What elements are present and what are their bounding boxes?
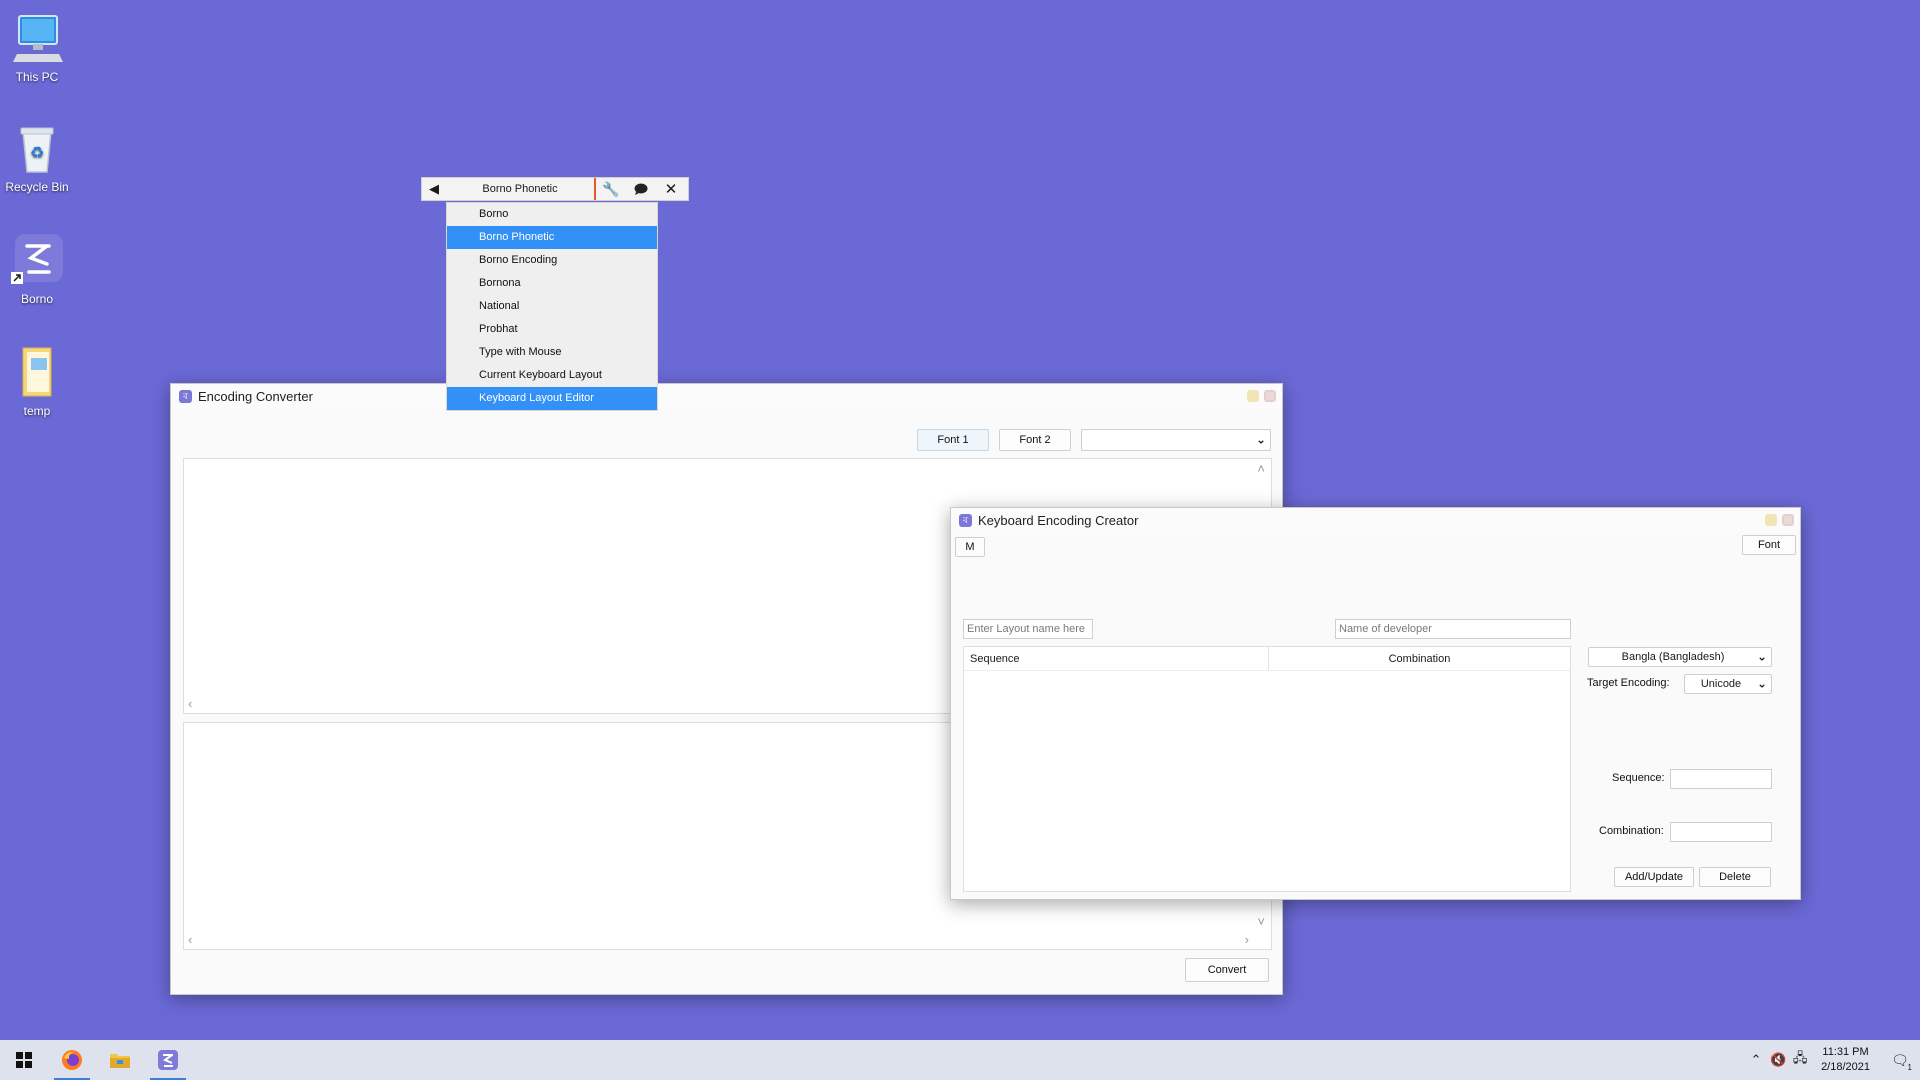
scroll-right-icon[interactable]: › (1245, 932, 1249, 947)
borno-app-icon: ব (959, 513, 972, 527)
add-update-button[interactable]: Add/Update (1614, 867, 1694, 887)
speech-bubble-icon (634, 183, 648, 195)
taskbar-borno[interactable] (144, 1040, 192, 1080)
window-title: Keyboard Encoding Creator (978, 512, 1139, 528)
desktop-icon-borno[interactable]: Borno (4, 232, 70, 306)
taskbar-firefox[interactable] (48, 1040, 96, 1080)
keyboard-creator-titlebar[interactable]: ব Keyboard Encoding Creator (951, 508, 1800, 532)
desktop-icon-recycle-bin[interactable]: ♻ Recycle Bin (4, 120, 70, 194)
chevron-up-icon[interactable]: ⌃ (1745, 1052, 1767, 1068)
chevron-down-icon: ⌄ (1756, 676, 1767, 691)
scroll-left-icon[interactable]: ‹ (188, 932, 192, 947)
desktop-icon-temp[interactable]: temp (4, 344, 70, 418)
table-header-sequence[interactable]: Sequence (964, 647, 1269, 670)
menu-item-borno-encoding[interactable]: Borno Encoding (447, 249, 657, 272)
borno-toolbar: ◀ Borno Phonetic 🔧 ✕ (421, 177, 689, 201)
firefox-icon (62, 1050, 82, 1070)
close-button[interactable] (1264, 390, 1276, 402)
taskbar: ⌃ 🔇 🖧 11:31 PM 2/18/2021 🗨 1 (0, 1040, 1920, 1080)
layout-name-input[interactable]: Enter Layout name here (963, 619, 1093, 639)
keyboard-encoding-creator-window: ব Keyboard Encoding Creator M Font Enter… (950, 507, 1801, 900)
sequence-table[interactable]: Sequence Combination (963, 646, 1571, 892)
desktop-icon-label: This PC (15, 70, 59, 84)
encoding-select[interactable]: ⌄ (1081, 429, 1271, 451)
svg-text:♻: ♻ (30, 143, 44, 162)
target-encoding-value: Unicode (1700, 678, 1742, 690)
layout-selector[interactable]: Borno Phonetic (446, 178, 596, 200)
system-tray: ⌃ 🔇 🖧 11:31 PM 2/18/2021 🗨 1 (1745, 1040, 1920, 1080)
close-button[interactable] (1782, 514, 1794, 526)
desktop-icon-label: temp (23, 404, 51, 418)
folder-icon (110, 1054, 130, 1068)
menu-item-type-with-mouse[interactable]: Type with Mouse (447, 341, 657, 364)
scroll-up-icon[interactable]: ˄ (1257, 461, 1265, 476)
target-encoding-select[interactable]: Unicode ⌄ (1684, 674, 1772, 694)
sequence-input[interactable] (1670, 769, 1772, 789)
chevron-down-icon: ⌄ (1756, 649, 1767, 664)
menu-item-current-keyboard-layout[interactable]: Current Keyboard Layout (447, 364, 657, 387)
delete-button[interactable]: Delete (1699, 867, 1771, 887)
minimize-button[interactable] (1765, 514, 1777, 526)
borno-app-icon: ব (179, 389, 192, 403)
convert-button[interactable]: Convert (1185, 958, 1269, 982)
borno-app-icon (9, 232, 65, 288)
clock-date: 2/18/2021 (1821, 1061, 1870, 1073)
toolbar-back-button[interactable]: ◀ (422, 178, 446, 200)
scroll-left-icon[interactable]: ‹ (188, 696, 192, 711)
clock[interactable]: 11:31 PM 2/18/2021 (1811, 1045, 1880, 1075)
wrench-icon: 🔧 (602, 180, 620, 197)
desktop-icon-this-pc[interactable]: This PC (4, 10, 70, 84)
borno-app-icon (158, 1050, 178, 1070)
sequence-label: Sequence: (1612, 772, 1665, 784)
language-select[interactable]: Bangla (Bangladesh) ⌄ (1588, 647, 1772, 667)
recycle-bin-icon: ♻ (9, 120, 65, 176)
clock-time: 11:31 PM (1822, 1046, 1869, 1058)
font1-button[interactable]: Font 1 (917, 429, 989, 451)
monitor-icon (9, 10, 65, 66)
settings-button[interactable]: 🔧 (596, 178, 626, 200)
menu-item-keyboard-layout-editor[interactable]: Keyboard Layout Editor (447, 387, 657, 410)
close-icon: ✕ (664, 181, 678, 198)
notification-count: 1 (1907, 1063, 1912, 1072)
chevron-down-icon: ⌄ (1255, 432, 1266, 447)
developer-name-input[interactable]: Name of developer (1335, 619, 1571, 639)
target-encoding-label: Target Encoding: (1587, 677, 1670, 689)
windows-logo-icon (16, 1052, 32, 1068)
notification-icon: 🗨 (1891, 1051, 1909, 1068)
menu-item-borno-phonetic[interactable]: Borno Phonetic (447, 226, 657, 249)
menu-item-national[interactable]: National (447, 295, 657, 318)
table-header: Sequence Combination (964, 647, 1570, 671)
scroll-down-icon[interactable]: ˅ (1257, 914, 1265, 929)
combination-input[interactable] (1670, 822, 1772, 842)
language-select-value: Bangla (Bangladesh) (1621, 651, 1725, 663)
chat-button[interactable] (626, 178, 656, 200)
font-button[interactable]: Font (1742, 535, 1796, 555)
desktop-icon-label: Recycle Bin (5, 180, 69, 194)
menu-item-bornona[interactable]: Bornona (447, 272, 657, 295)
table-header-combination[interactable]: Combination (1269, 647, 1570, 670)
start-button[interactable] (0, 1040, 48, 1080)
layout-dropdown-menu: Borno Borno Phonetic Borno Encoding Born… (446, 202, 658, 411)
layout-selector-label: Borno Phonetic (482, 183, 558, 195)
triangle-left-icon: ◀ (429, 181, 439, 196)
minimize-button[interactable] (1247, 390, 1259, 402)
m-button[interactable]: M (955, 537, 985, 557)
desktop-icon-label: Borno (20, 292, 54, 306)
menu-item-borno[interactable]: Borno (447, 203, 657, 226)
folder-icon (9, 344, 65, 400)
encoding-converter-titlebar[interactable]: ব Encoding Converter (171, 384, 1282, 408)
font2-button[interactable]: Font 2 (999, 429, 1071, 451)
speaker-muted-icon[interactable]: 🔇 (1767, 1052, 1789, 1068)
taskbar-file-explorer[interactable] (96, 1040, 144, 1080)
action-center-button[interactable]: 🗨 1 (1880, 1040, 1920, 1080)
window-title: Encoding Converter (198, 388, 313, 404)
network-icon[interactable]: 🖧 (1789, 1049, 1811, 1071)
menu-item-probhat[interactable]: Probhat (447, 318, 657, 341)
toolbar-close-button[interactable]: ✕ (656, 178, 686, 200)
combination-label: Combination: (1599, 825, 1664, 837)
